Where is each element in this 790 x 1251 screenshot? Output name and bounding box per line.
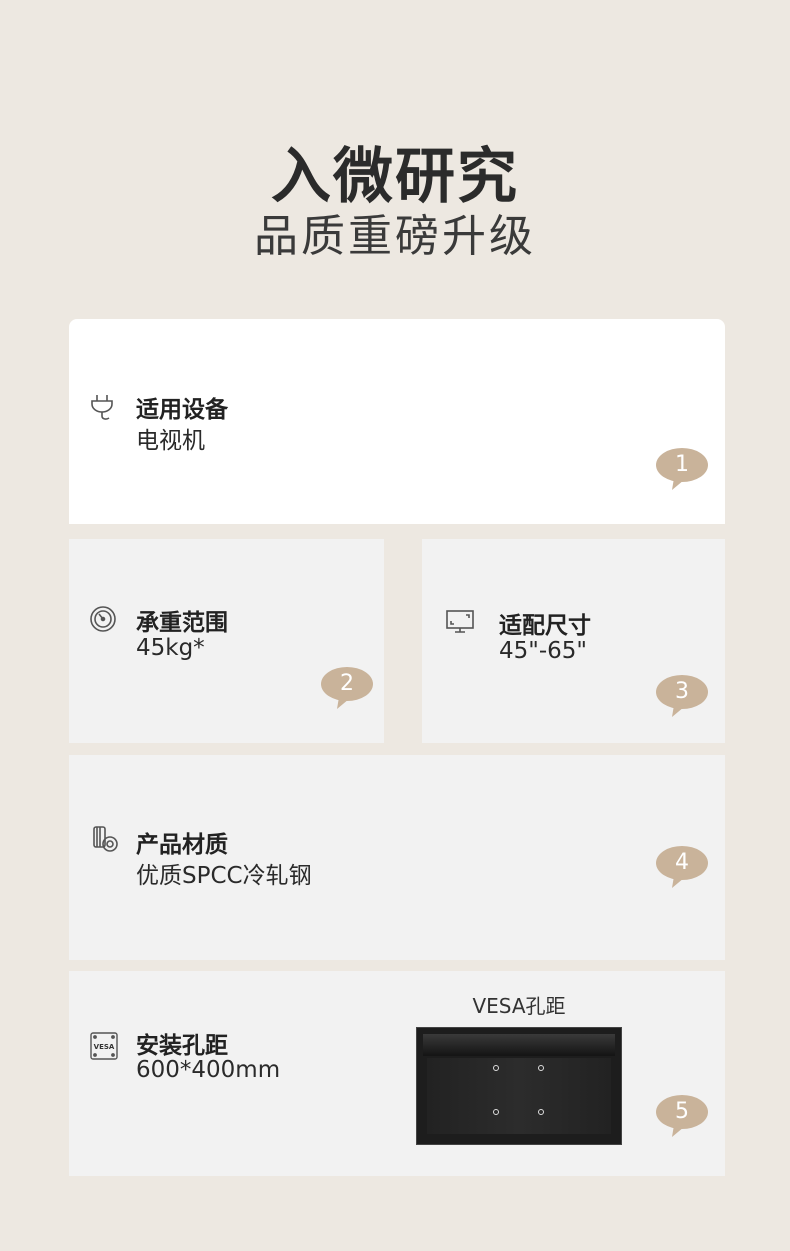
number-badge: 4 xyxy=(656,846,708,888)
number-badge: 1 xyxy=(656,448,708,490)
mount-hole xyxy=(493,1109,499,1115)
tv-top-bezel xyxy=(423,1034,615,1056)
feature-title: 产品材质 xyxy=(136,832,228,858)
feature-title: 安装孔距 xyxy=(136,1033,228,1059)
feature-value: 45"-65" xyxy=(499,638,587,664)
vesa-icon: VESA xyxy=(89,1031,119,1061)
mount-hole xyxy=(538,1109,544,1115)
feature-value: 45kg* xyxy=(136,635,205,661)
page-subtitle: 品质重磅升级 xyxy=(254,211,536,262)
plug-icon xyxy=(88,392,118,422)
feature-value: 600*400mm xyxy=(136,1057,281,1083)
feature-title: 承重范围 xyxy=(136,610,228,636)
tv-back-panel xyxy=(427,1058,611,1134)
number-badge: 3 xyxy=(656,675,708,717)
tv-back-illustration xyxy=(416,1027,622,1145)
feature-title: 适配尺寸 xyxy=(499,613,591,639)
gauge-icon xyxy=(88,604,118,634)
monitor-icon xyxy=(445,607,475,637)
mount-hole xyxy=(538,1065,544,1071)
feature-value: 优质SPCC冷轧钢 xyxy=(136,863,312,889)
feature-title: 适用设备 xyxy=(136,397,228,423)
feature-value: 电视机 xyxy=(136,428,205,454)
vesa-caption: VESA孔距 xyxy=(472,994,566,1018)
mount-hole xyxy=(493,1065,499,1071)
number-badge: 5 xyxy=(656,1095,708,1137)
number-badge: 2 xyxy=(321,667,373,709)
steel-coil-icon xyxy=(90,824,120,854)
svg-text:VESA: VESA xyxy=(94,1043,115,1051)
